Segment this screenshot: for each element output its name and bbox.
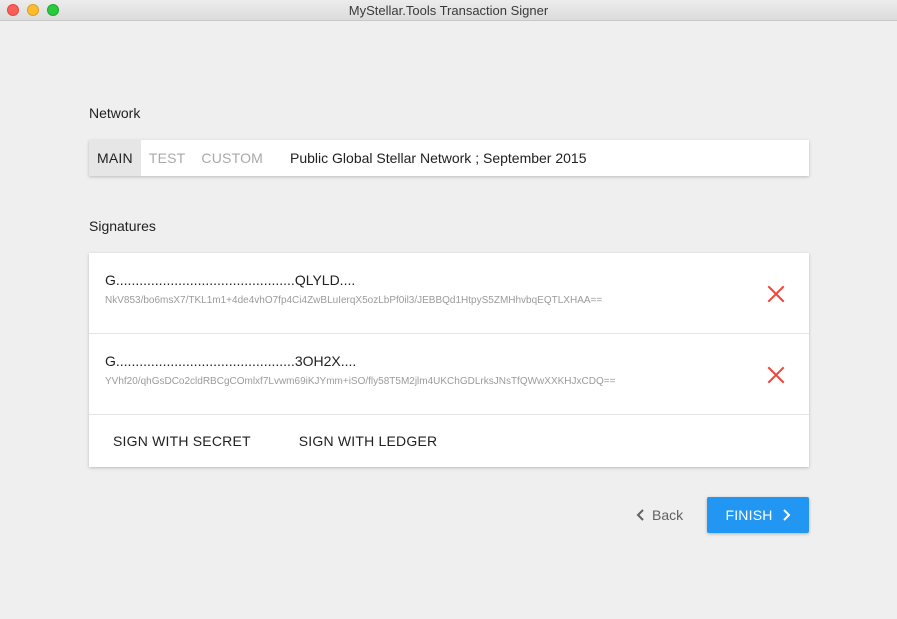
finish-button-label: FINISH <box>725 507 773 523</box>
remove-signature-button[interactable] <box>765 364 787 386</box>
sign-with-secret-button[interactable]: SIGN WITH SECRET <box>89 423 275 459</box>
network-label: Network <box>89 105 141 121</box>
tab-test[interactable]: TEST <box>141 140 194 176</box>
signatures-label: Signatures <box>89 218 156 234</box>
back-button-label: Back <box>652 507 684 523</box>
signature-value: YVhf20/qhGsDCo2cldRBCgCOmlxf7Lvwm69iKJYm… <box>105 376 616 387</box>
signature-key: G.......................................… <box>105 272 356 288</box>
back-button[interactable]: Back <box>628 497 691 533</box>
window-controls <box>7 4 59 16</box>
window-titlebar: MyStellar.Tools Transaction Signer <box>0 0 897 21</box>
tab-main[interactable]: MAIN <box>89 140 141 176</box>
window-minimize-button[interactable] <box>27 4 39 16</box>
tab-custom[interactable]: CUSTOM <box>193 140 271 176</box>
signature-value: NkV853/bo6msX7/TKL1m1+4de4vhO7fp4Ci4ZwBL… <box>105 295 603 306</box>
window-maximize-button[interactable] <box>47 4 59 16</box>
network-selector: MAIN TEST CUSTOM Public Global Stellar N… <box>89 140 809 176</box>
window-title: MyStellar.Tools Transaction Signer <box>348 2 549 18</box>
signature-row: G.......................................… <box>89 253 809 334</box>
sign-actions: SIGN WITH SECRET SIGN WITH LEDGER <box>89 415 809 467</box>
network-passphrase: Public Global Stellar Network ; Septembe… <box>290 150 587 166</box>
chevron-right-icon <box>782 509 790 521</box>
signatures-card: G.......................................… <box>89 253 809 467</box>
sign-with-ledger-button[interactable]: SIGN WITH LEDGER <box>275 423 462 459</box>
close-icon <box>767 366 785 384</box>
chevron-left-icon <box>636 509 644 521</box>
window-close-button[interactable] <box>7 4 19 16</box>
close-icon <box>767 285 785 303</box>
remove-signature-button[interactable] <box>765 283 787 305</box>
finish-button[interactable]: FINISH <box>707 497 809 533</box>
signature-row: G.......................................… <box>89 334 809 415</box>
signature-key: G.......................................… <box>105 353 357 369</box>
